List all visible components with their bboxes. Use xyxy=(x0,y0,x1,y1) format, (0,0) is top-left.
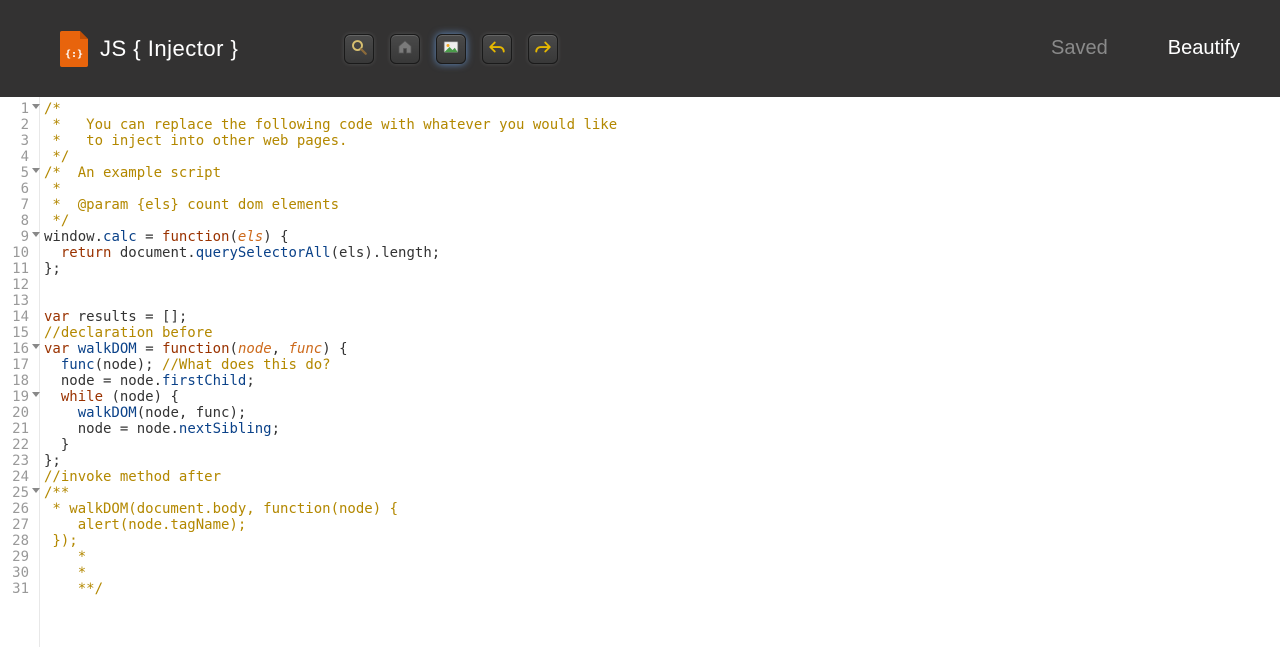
line-number: 13 xyxy=(0,293,39,309)
line-number: 27 xyxy=(0,517,39,533)
file-js-icon: {:} xyxy=(60,31,88,67)
app-title: JS { Injector } xyxy=(100,36,238,62)
line-number: 25 xyxy=(0,485,39,501)
code-line[interactable]: * @param {els} count dom elements xyxy=(44,197,1280,213)
fold-toggle-icon[interactable] xyxy=(32,104,40,109)
line-number: 28 xyxy=(0,533,39,549)
code-line[interactable]: while (node) { xyxy=(44,389,1280,405)
redo-icon xyxy=(534,38,552,59)
line-number: 3 xyxy=(0,133,39,149)
code-line[interactable]: } xyxy=(44,437,1280,453)
code-line[interactable]: **/ xyxy=(44,581,1280,597)
line-number: 26 xyxy=(0,501,39,517)
code-line[interactable]: /* xyxy=(44,101,1280,117)
search-icon xyxy=(350,38,368,59)
code-line[interactable]: window.calc = function(els) { xyxy=(44,229,1280,245)
code-line[interactable]: * to inject into other web pages. xyxy=(44,133,1280,149)
line-number: 12 xyxy=(0,277,39,293)
line-number: 22 xyxy=(0,437,39,453)
saved-status: Saved xyxy=(1051,37,1108,60)
home-button[interactable] xyxy=(390,34,420,64)
code-line[interactable]: func(node); //What does this do? xyxy=(44,357,1280,373)
home-icon xyxy=(396,38,414,59)
line-number: 21 xyxy=(0,421,39,437)
app-logo: {:} JS { Injector } xyxy=(60,31,238,67)
code-line[interactable] xyxy=(44,293,1280,309)
code-line[interactable]: */ xyxy=(44,213,1280,229)
fold-toggle-icon[interactable] xyxy=(32,488,40,493)
line-number: 29 xyxy=(0,549,39,565)
status-area: Saved Beautify xyxy=(1051,37,1240,60)
code-line[interactable]: */ xyxy=(44,149,1280,165)
line-number: 10 xyxy=(0,245,39,261)
line-number: 19 xyxy=(0,389,39,405)
fold-toggle-icon[interactable] xyxy=(32,344,40,349)
fold-toggle-icon[interactable] xyxy=(32,232,40,237)
line-number: 4 xyxy=(0,149,39,165)
code-line[interactable]: return document.querySelectorAll(els).le… xyxy=(44,245,1280,261)
line-number: 5 xyxy=(0,165,39,181)
code-line[interactable]: node = node.firstChild; xyxy=(44,373,1280,389)
undo-button[interactable] xyxy=(482,34,512,64)
line-number: 14 xyxy=(0,309,39,325)
code-line[interactable]: * walkDOM(document.body, function(node) … xyxy=(44,501,1280,517)
line-number: 9 xyxy=(0,229,39,245)
code-line[interactable]: * xyxy=(44,181,1280,197)
line-number: 1 xyxy=(0,101,39,117)
beautify-button[interactable]: Beautify xyxy=(1168,37,1240,60)
code-line[interactable]: * You can replace the following code wit… xyxy=(44,117,1280,133)
code-line[interactable]: //invoke method after xyxy=(44,469,1280,485)
code-line[interactable]: //declaration before xyxy=(44,325,1280,341)
code-area[interactable]: /* * You can replace the following code … xyxy=(40,97,1280,647)
code-line[interactable] xyxy=(44,277,1280,293)
undo-icon xyxy=(488,38,506,59)
line-number: 15 xyxy=(0,325,39,341)
code-line[interactable]: /* An example script xyxy=(44,165,1280,181)
redo-button[interactable] xyxy=(528,34,558,64)
line-number: 18 xyxy=(0,373,39,389)
line-number: 8 xyxy=(0,213,39,229)
code-line[interactable]: * xyxy=(44,549,1280,565)
fold-toggle-icon[interactable] xyxy=(32,168,40,173)
code-line[interactable]: /** xyxy=(44,485,1280,501)
code-line[interactable]: }; xyxy=(44,453,1280,469)
code-editor[interactable]: 1234567891011121314151617181920212223242… xyxy=(0,97,1280,647)
toolbar xyxy=(344,34,558,64)
line-number: 20 xyxy=(0,405,39,421)
image-icon xyxy=(442,38,460,59)
line-number: 31 xyxy=(0,581,39,597)
code-line[interactable]: alert(node.tagName); xyxy=(44,517,1280,533)
image-button[interactable] xyxy=(436,34,466,64)
code-line[interactable]: var walkDOM = function(node, func) { xyxy=(44,341,1280,357)
fold-toggle-icon[interactable] xyxy=(32,392,40,397)
line-number: 23 xyxy=(0,453,39,469)
search-button[interactable] xyxy=(344,34,374,64)
line-number: 2 xyxy=(0,117,39,133)
line-number: 11 xyxy=(0,261,39,277)
line-number: 6 xyxy=(0,181,39,197)
svg-text:{:}: {:} xyxy=(65,49,83,60)
line-number: 24 xyxy=(0,469,39,485)
line-number: 16 xyxy=(0,341,39,357)
header-bar: {:} JS { Injector } Saved Beautify xyxy=(0,0,1280,97)
line-gutter: 1234567891011121314151617181920212223242… xyxy=(0,97,40,647)
line-number: 30 xyxy=(0,565,39,581)
code-line[interactable]: * xyxy=(44,565,1280,581)
code-line[interactable]: var results = []; xyxy=(44,309,1280,325)
code-line[interactable]: walkDOM(node, func); xyxy=(44,405,1280,421)
line-number: 7 xyxy=(0,197,39,213)
code-line[interactable]: node = node.nextSibling; xyxy=(44,421,1280,437)
line-number: 17 xyxy=(0,357,39,373)
code-line[interactable]: }; xyxy=(44,261,1280,277)
code-line[interactable]: }); xyxy=(44,533,1280,549)
